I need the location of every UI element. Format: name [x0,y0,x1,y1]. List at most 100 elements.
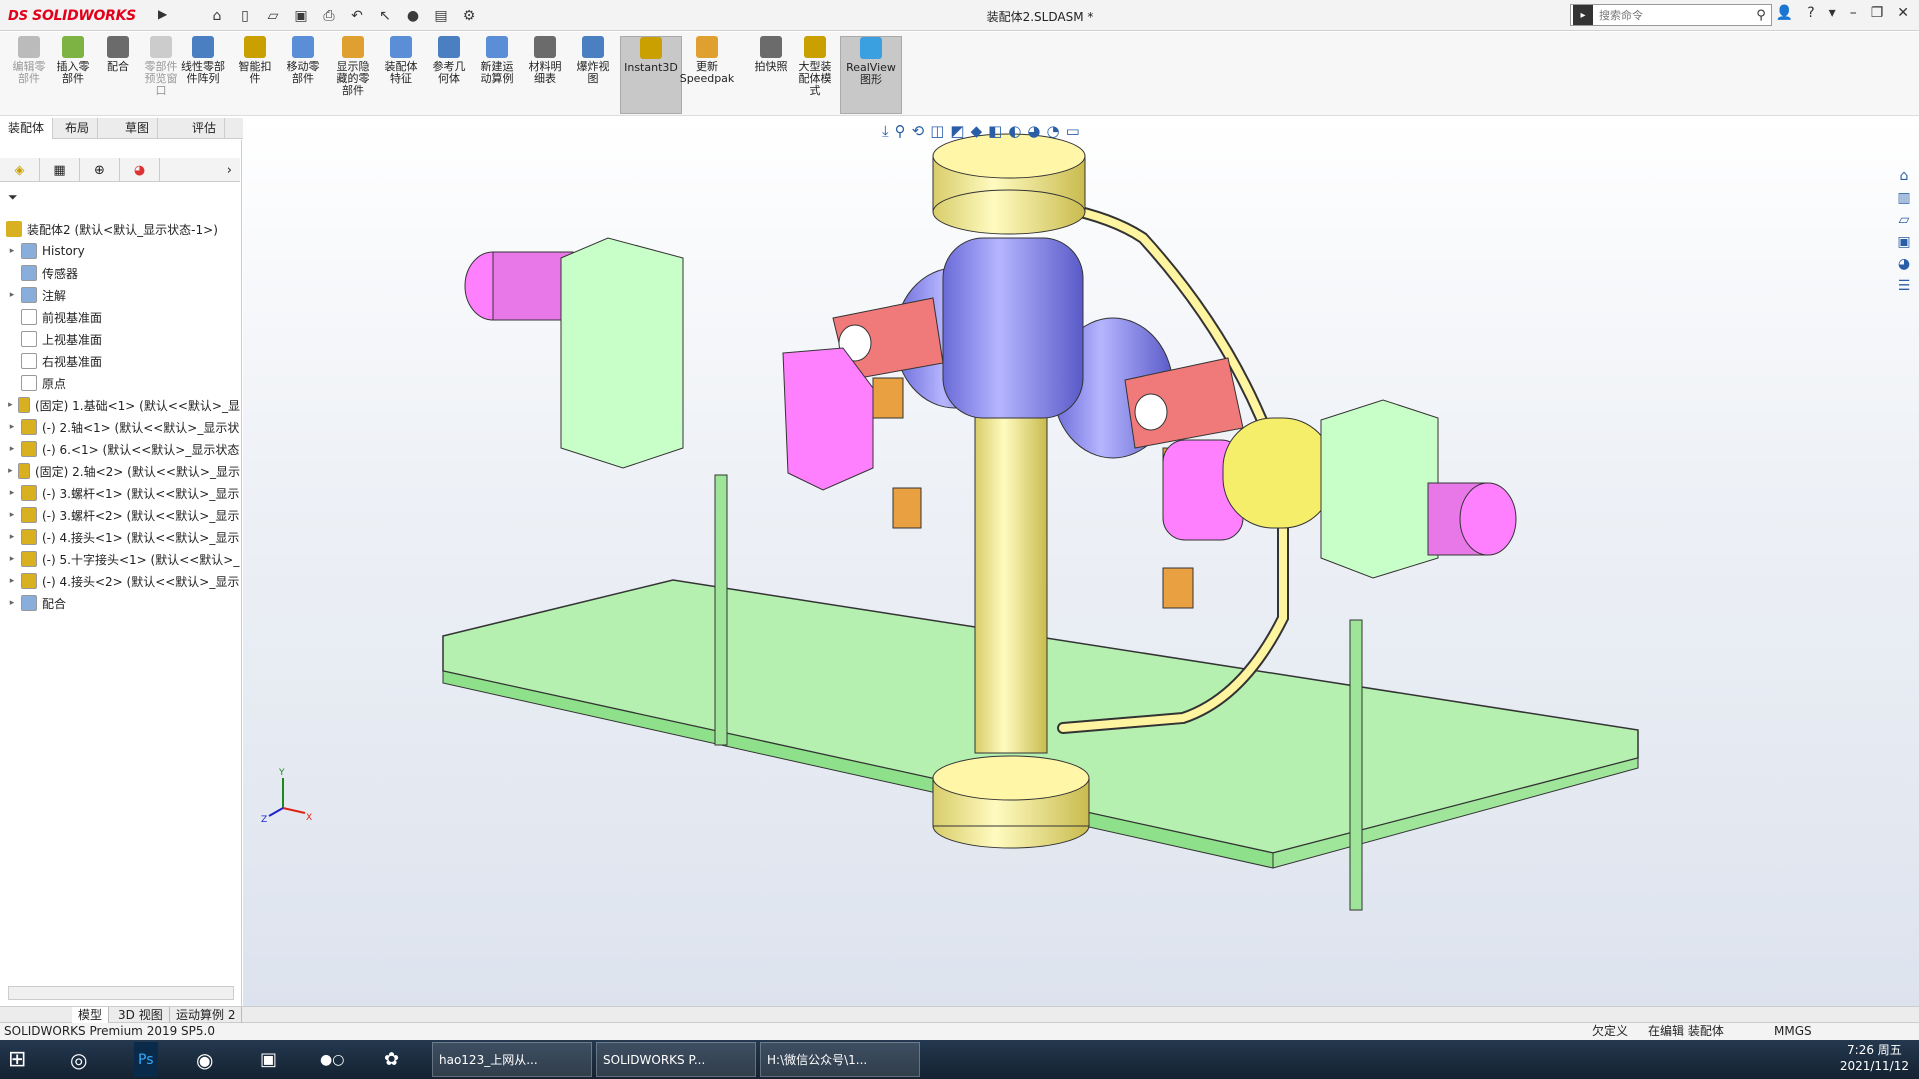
tree-item[interactable]: ▸ (-) 3.螺杆<1> (默认<<默认>_显示 [0,482,240,504]
bottom-tab-1[interactable]: 3D 视图 [112,1007,170,1023]
tree-item[interactable]: 原点 [0,372,240,394]
tree-item[interactable]: ▸ (-) 3.螺杆<2> (默认<<默认>_显示 [0,504,240,526]
appearances-icon[interactable]: ◕ [1898,256,1910,272]
system-clock[interactable]: 7:26 周五 2021/11/12 [1840,1042,1909,1074]
tree-item[interactable]: ▸ (固定) 2.轴<2> (默认<<默认>_显示 [0,460,240,482]
search-icon[interactable]: ⚲ [1751,8,1771,23]
browser-icon[interactable]: ◎ [70,1042,87,1077]
expand-icon[interactable]: ▸ [6,510,18,520]
design-library-icon[interactable]: ▥ [1897,190,1910,206]
file-properties-icon[interactable]: ▤ [429,4,453,28]
ribbon-button-1[interactable]: 插入零 部件 [50,36,96,114]
tab-3[interactable]: 评估 [184,118,226,139]
search-command-box[interactable]: ▸ 搜索命令 ⚲ [1570,4,1772,26]
ribbon-button-0[interactable]: 编辑零 部件 [6,36,52,114]
ribbon-button-6[interactable]: 移动零 部件 [280,36,326,114]
tree-item[interactable]: ▸ (-) 5.十字接头<1> (默认<<默认>_ [0,548,240,570]
options-gear-icon[interactable]: ⚙ [457,4,481,28]
tab-2[interactable]: 草图 [117,118,159,139]
ribbon-button-3[interactable]: 零部件 预览窗 口 [138,36,184,114]
edit-appearance-icon[interactable]: ◕ [1027,122,1040,140]
cross-joint[interactable] [942,237,1084,419]
expand-icon[interactable]: ▸ [6,554,18,564]
ribbon-button-15[interactable]: 拍快照 [748,36,794,114]
right-bearing-housing[interactable] [1320,399,1439,579]
close-button[interactable]: ✕ [1897,5,1909,21]
tree-root[interactable]: 装配体2 (默认<默认_显示状态-1>) [0,218,240,240]
tree-item[interactable]: ▸ 配合 [0,592,240,614]
bottom-tab-0[interactable]: 模型 [72,1007,110,1023]
tree-item[interactable]: 上视基准面 [0,328,240,350]
panel-expand-icon[interactable]: › [227,158,240,182]
taskbar-window-explorer[interactable]: H:\微信公众号\1... [760,1042,920,1077]
help-dropdown-icon[interactable]: ▾ [1829,5,1836,21]
open-folder-icon[interactable]: ▱ [261,4,285,28]
app-icon[interactable]: ▣ [260,1042,277,1077]
tree-item[interactable]: ▸ (-) 4.接头<1> (默认<<默认>_显示 [0,526,240,548]
expand-icon[interactable]: ▸ [6,488,18,498]
ribbon-button-2[interactable]: 配合 [95,36,141,114]
tree-item[interactable]: ▸ History [0,240,240,262]
tree-item[interactable]: ▸ 注解 [0,284,240,306]
zoom-to-fit-icon[interactable]: ⤓ [882,122,889,140]
tab-1[interactable]: 布局 [57,118,99,139]
view-settings-icon[interactable]: ▭ [1066,122,1080,140]
ribbon-button-4[interactable]: 线性零部 件阵列 [180,36,226,114]
left-joint-block[interactable] [782,347,874,491]
restore-button[interactable]: ❐ [1871,5,1884,21]
undo-icon[interactable]: ↶ [345,4,369,28]
home-icon[interactable]: ⌂ [205,4,229,28]
right-collar[interactable] [1222,417,1334,529]
ribbon-button-5[interactable]: 智能扣 件 [232,36,278,114]
menu-expand-icon[interactable]: ▶ [158,7,170,23]
pinwheel-icon[interactable]: ✿ [384,1042,399,1077]
photoshop-icon[interactable]: Ps [134,1042,158,1077]
config-manager-tab-icon[interactable]: ⊕ [80,158,120,182]
zoom-area-icon[interactable]: ⚲ [895,122,906,140]
ribbon-button-14[interactable]: 更新 Speedpak [680,36,734,114]
ribbon-button-13[interactable]: Instant3D [620,36,682,114]
tree-item[interactable]: ▸ (-) 4.接头<2> (默认<<默认>_显示 [0,570,240,592]
expand-icon[interactable]: ▸ [6,576,18,586]
tree-item[interactable]: ▸ (-) 6.<1> (默认<<默认>_显示状态 [0,438,240,460]
ribbon-button-17[interactable]: RealView 图形 [840,36,902,114]
expand-icon[interactable]: ▸ [6,400,15,410]
expand-icon[interactable]: ▸ [6,246,18,256]
taskbar-window-solidworks[interactable]: SOLIDWORKS P... [596,1042,756,1077]
dynamic-annotation-icon[interactable]: ◩ [950,122,964,140]
ribbon-button-10[interactable]: 新建运 动算例 [474,36,520,114]
solidworks-logo[interactable]: DS SOLIDWORKS [8,4,136,28]
right-post[interactable] [1349,619,1363,911]
view-orientation-icon[interactable]: ◆ [971,122,983,140]
expand-icon[interactable]: ▸ [6,532,18,542]
ribbon-button-12[interactable]: 爆炸视 图 [570,36,616,114]
display-style-icon[interactable]: ◧ [988,122,1002,140]
file-explorer-icon[interactable]: ▱ [1899,212,1910,228]
minimize-button[interactable]: – [1850,5,1857,21]
print-icon[interactable]: ⎙ [317,4,341,28]
tree-item[interactable]: 传感器 [0,262,240,284]
user-icon[interactable]: 👤 [1776,5,1793,21]
units-selector[interactable]: MMGS [1774,1023,1812,1040]
hide-show-icon[interactable]: ◐ [1008,122,1021,140]
edge-icon[interactable]: ◉ [196,1042,213,1077]
taskbar-window-browser[interactable]: hao123_上网从... [432,1042,592,1077]
filter-icon[interactable]: ⏷ [8,190,18,205]
search-input[interactable]: 搜索命令 [1599,7,1751,23]
traffic-light-icon[interactable]: ● [401,4,425,28]
section-view-icon[interactable]: ◫ [930,122,944,140]
custom-properties-icon[interactable]: ☰ [1898,278,1911,294]
property-manager-tab-icon[interactable]: ▦ [40,158,80,182]
expand-icon[interactable]: ▸ [6,598,18,608]
select-cursor-icon[interactable]: ↖ [373,4,397,28]
view-palette-icon[interactable]: ▣ [1897,234,1910,250]
tree-item[interactable]: ▸ (固定) 1.基础<1> (默认<<默认>_显 [0,394,240,416]
expand-icon[interactable]: ▸ [6,444,18,454]
tree-item[interactable]: ▸ (-) 2.轴<1> (默认<<默认>_显示状 [0,416,240,438]
ribbon-button-9[interactable]: 参考几 何体 [426,36,472,114]
ribbon-button-16[interactable]: 大型装 配体模 式 [792,36,838,114]
feature-manager-tab-icon[interactable]: ◈ [0,158,40,182]
expand-icon[interactable]: ▸ [6,290,18,300]
expand-icon[interactable]: ▸ [6,422,18,432]
recorder-icon[interactable]: ●○ [320,1042,344,1077]
